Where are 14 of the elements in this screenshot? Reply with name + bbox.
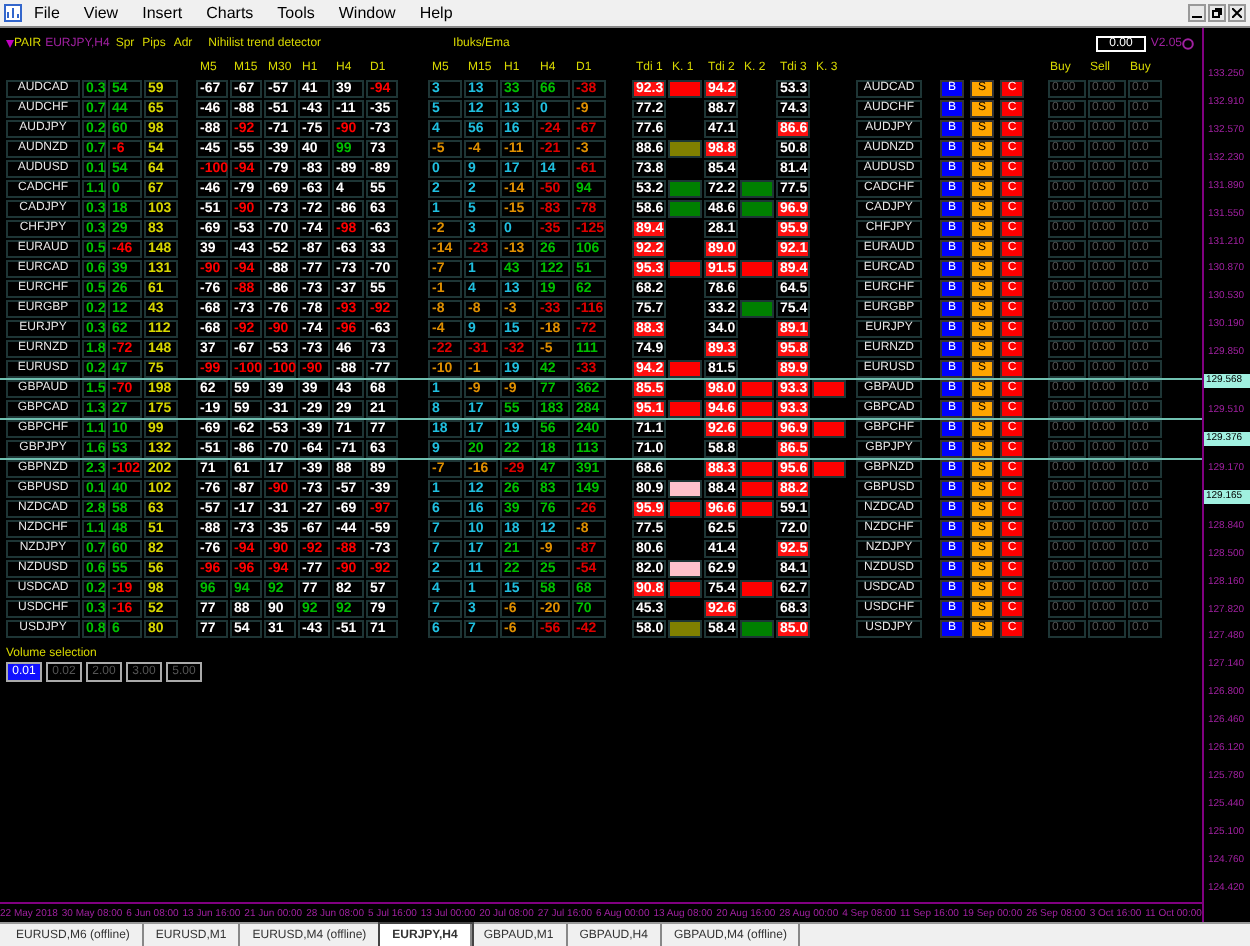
menu-item[interactable]: Insert	[130, 4, 195, 22]
restore-icon	[1212, 8, 1222, 18]
restore-button[interactable]	[1208, 4, 1226, 22]
close-button[interactable]	[1228, 4, 1246, 22]
menu-item[interactable]: Tools	[265, 4, 327, 22]
menu-item[interactable]: File	[22, 4, 72, 22]
close-icon	[1232, 8, 1242, 18]
menu-item[interactable]: View	[71, 4, 131, 22]
menu-item[interactable]: Window	[326, 4, 408, 22]
chart-icon	[4, 4, 22, 22]
minimize-button[interactable]	[1188, 4, 1206, 22]
triangle-icon	[6, 40, 14, 48]
menu-item[interactable]: Help	[407, 4, 465, 22]
menu-item[interactable]: Charts	[194, 4, 266, 22]
